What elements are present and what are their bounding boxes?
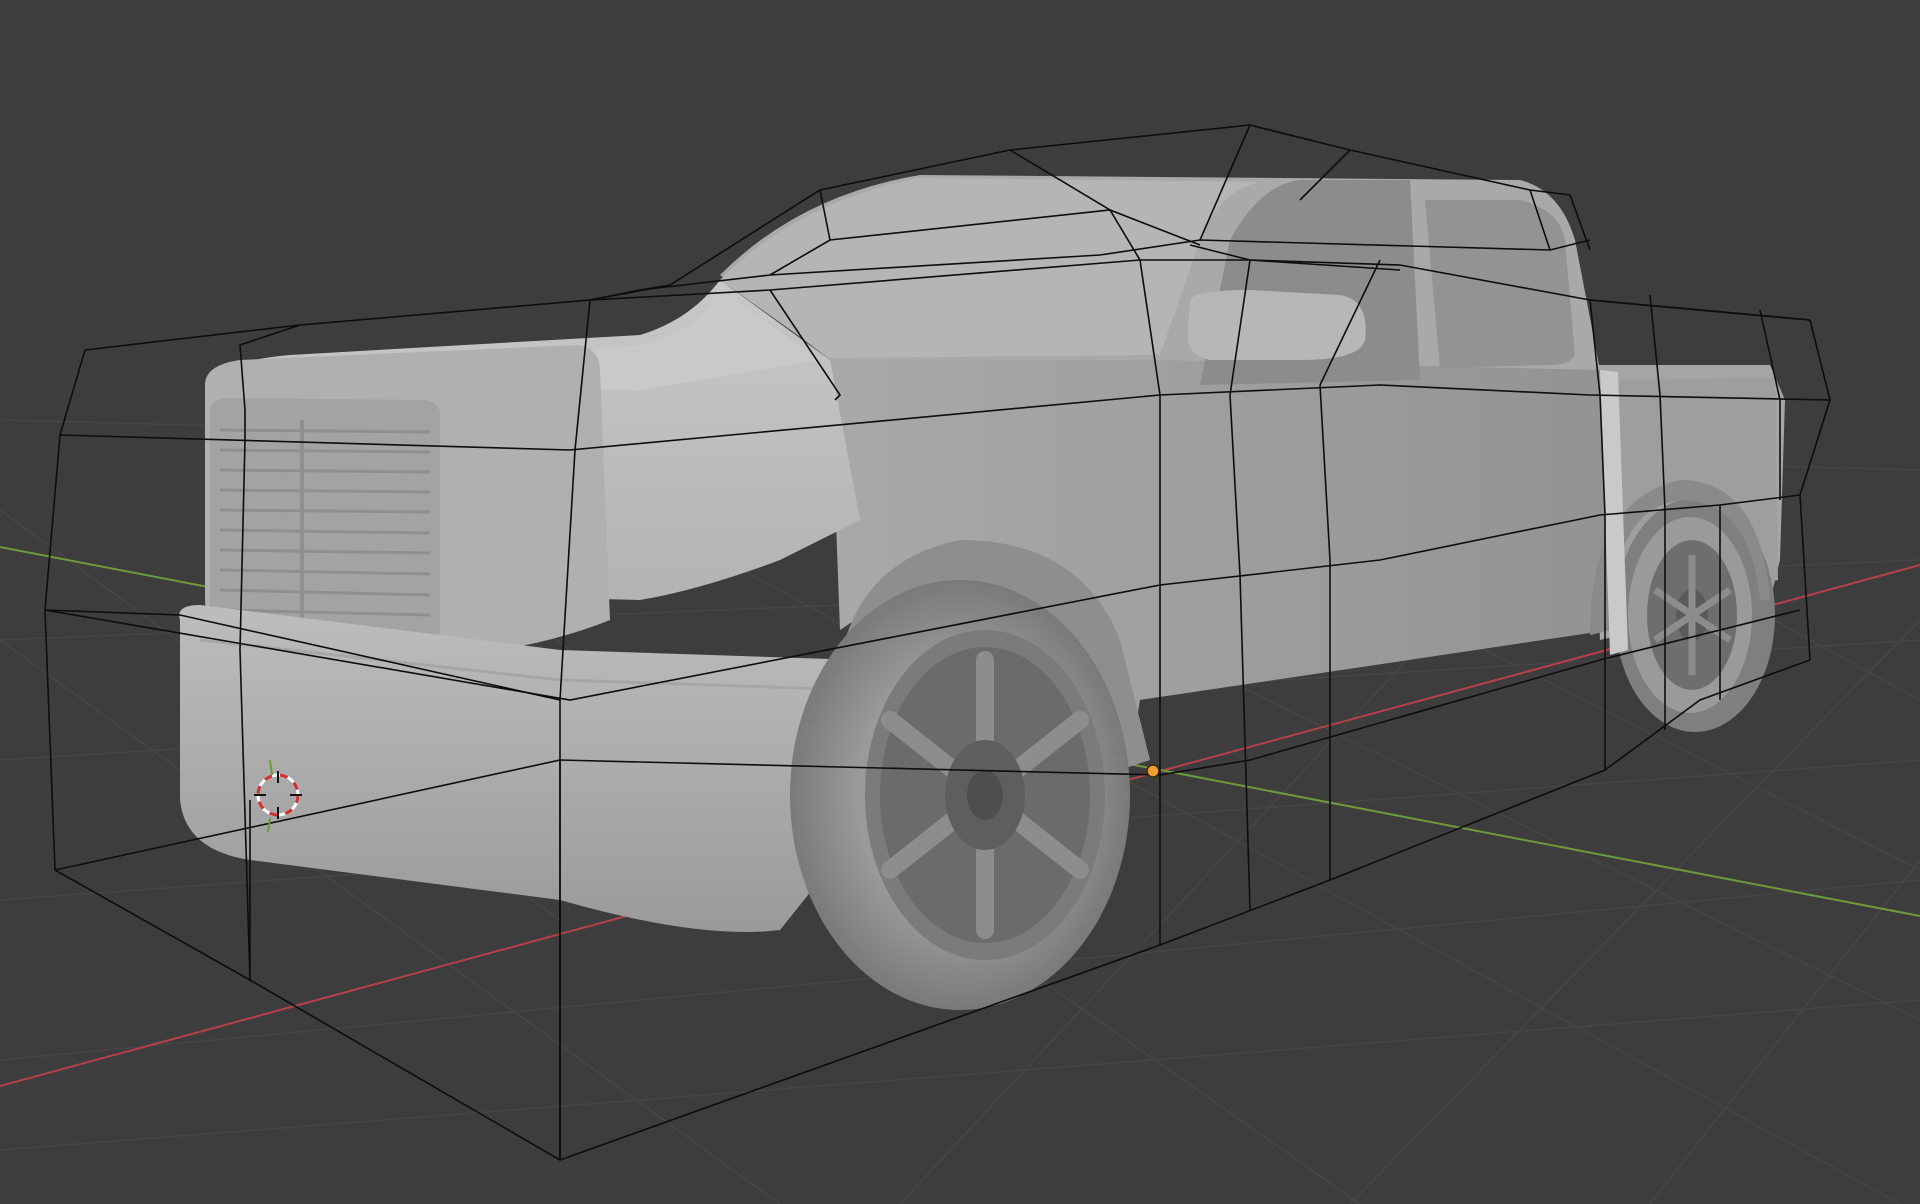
3d-viewport[interactable]: [0, 0, 1920, 1204]
side-mirror: [1187, 290, 1366, 360]
pickup-truck-mesh[interactable]: [179, 175, 1785, 1010]
front-wheel[interactable]: [790, 580, 1130, 1010]
viewport-canvas[interactable]: [0, 0, 1920, 1204]
object-origin-dot[interactable]: [1146, 764, 1160, 778]
